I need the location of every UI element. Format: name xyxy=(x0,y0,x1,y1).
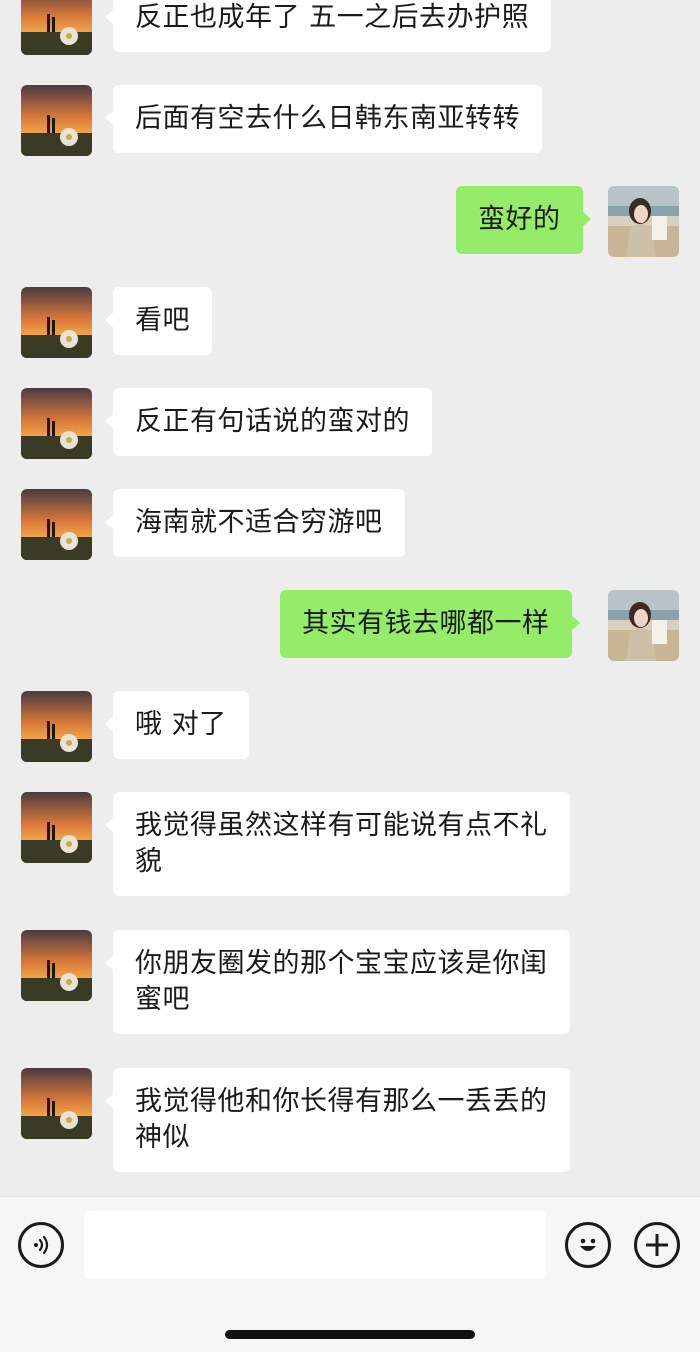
message-bubble[interactable]: 我觉得他和你长得有那么一丢丢的 神似 xyxy=(105,1068,570,1172)
chat-screen: 反正也成年了 五一之后去办护照 后面有空去什么日韩东南亚转转 蛮好的 看吧 反正… xyxy=(0,0,700,1352)
sunset-avatar-image xyxy=(21,792,92,863)
sunset-avatar-image xyxy=(21,85,92,156)
my-avatar[interactable] xyxy=(608,590,679,661)
message-bubble[interactable]: 哦 对了 xyxy=(105,691,249,759)
sunset-avatar-image xyxy=(21,388,92,459)
contact-avatar[interactable] xyxy=(21,930,92,1001)
message-bubble[interactable]: 后面有空去什么日韩东南亚转转 xyxy=(105,85,542,153)
plus-icon xyxy=(646,1234,668,1256)
message-bubble[interactable]: 其实有钱去哪都一样 xyxy=(280,590,579,658)
message-bubble[interactable]: 反正有句话说的蛮对的 xyxy=(105,388,432,456)
sunset-avatar-image xyxy=(21,489,92,560)
contact-avatar[interactable] xyxy=(21,0,92,55)
message-bubble[interactable]: 海南就不适合穷游吧 xyxy=(105,489,405,557)
sunset-avatar-image xyxy=(21,691,92,762)
home-indicator[interactable] xyxy=(225,1330,475,1339)
contact-avatar[interactable] xyxy=(21,85,92,156)
message-bubble[interactable]: 看吧 xyxy=(105,287,212,355)
more-button[interactable] xyxy=(634,1222,680,1268)
contact-avatar[interactable] xyxy=(21,691,92,762)
contact-avatar[interactable] xyxy=(21,489,92,560)
sunset-avatar-image xyxy=(21,0,92,55)
message-bubble[interactable]: 蛮好的 xyxy=(456,186,590,254)
beach-avatar-image xyxy=(608,590,679,661)
beach-avatar-image xyxy=(608,186,679,257)
message-bubble[interactable]: 反正也成年了 五一之后去办护照 xyxy=(104,0,552,52)
contact-avatar[interactable] xyxy=(21,388,92,459)
message-bubble[interactable]: 你朋友圈发的那个宝宝应该是你闺 蜜吧 xyxy=(105,930,570,1034)
chat-input-bar xyxy=(0,1196,700,1352)
contact-avatar[interactable] xyxy=(21,1068,92,1139)
emoji-icon xyxy=(580,1238,596,1251)
message-bubble[interactable]: 我觉得虽然这样有可能说有点不礼 貌 xyxy=(105,792,570,896)
sunset-avatar-image xyxy=(21,1068,92,1139)
sunset-avatar-image xyxy=(21,287,92,358)
contact-avatar[interactable] xyxy=(21,287,92,358)
message-input[interactable] xyxy=(84,1211,546,1279)
voice-input-button[interactable] xyxy=(18,1222,64,1268)
contact-avatar[interactable] xyxy=(21,792,92,863)
emoji-button[interactable] xyxy=(565,1222,611,1268)
voice-icon xyxy=(34,1235,49,1255)
sunset-avatar-image xyxy=(21,930,92,1001)
my-avatar[interactable] xyxy=(608,186,679,257)
